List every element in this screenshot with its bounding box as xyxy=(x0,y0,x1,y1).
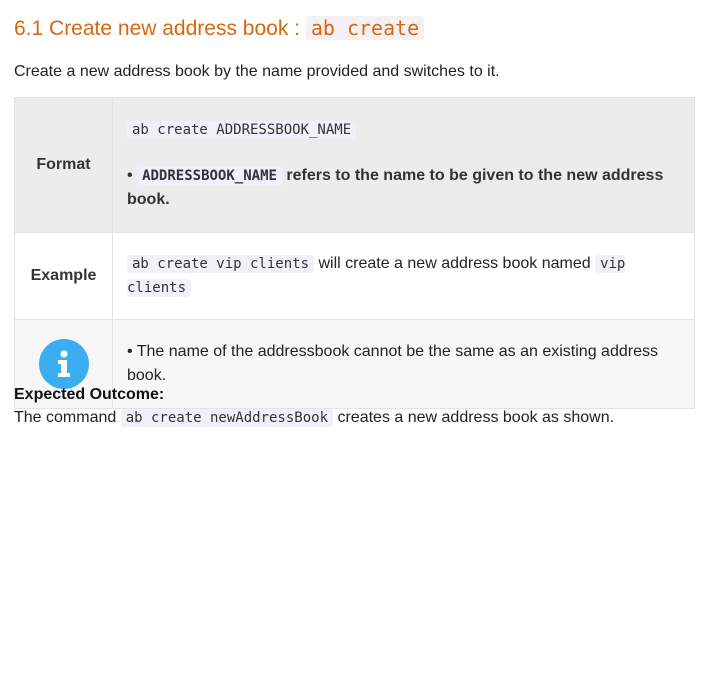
page: 6.1 Create new address book : ab create … xyxy=(0,0,716,681)
info-glyph xyxy=(57,350,70,377)
outcome-text: The command ab create newAddressBook cre… xyxy=(14,406,614,430)
expected-outcome: Expected Outcome: The command ab create … xyxy=(14,383,614,430)
section-title: 6.1 Create new address book : ab create xyxy=(14,0,702,43)
info-icon xyxy=(38,339,89,389)
outcome-code: ab create newAddressBook xyxy=(120,409,334,427)
example-code: ab create vip clients xyxy=(127,255,315,273)
intro-text: Create a new address book by the name pr… xyxy=(14,63,500,80)
section-title-code: ab create xyxy=(305,16,425,40)
example-header: Example xyxy=(14,232,113,320)
command-info-table: Format ab create ADDRESSBOOK_NAME • ADDR… xyxy=(14,97,695,409)
outcome-label: Expected Outcome: xyxy=(14,386,165,403)
format-code-line: ab create ADDRESSBOOK_NAME xyxy=(127,118,680,142)
example-cell: ab create vip clients will create a new … xyxy=(112,232,695,320)
format-code: ab create ADDRESSBOOK_NAME xyxy=(127,121,357,139)
format-row: Format ab create ADDRESSBOOK_NAME • ADDR… xyxy=(14,97,695,233)
outcome-text-before: The command xyxy=(14,409,117,426)
param-code: ADDRESSBOOK_NAME xyxy=(137,167,282,185)
outcome-text-after: creates a new address book as shown. xyxy=(337,409,615,426)
section-title-text: 6.1 Create new address book : xyxy=(14,17,306,40)
format-cell: ab create ADDRESSBOOK_NAME • ADDRESSBOOK… xyxy=(112,97,695,233)
bullet: • xyxy=(127,167,133,184)
example-row: Example ab create vip clients will creat… xyxy=(14,232,695,320)
format-param-desc: • ADDRESSBOOK_NAME refers to the name to… xyxy=(127,164,680,212)
example-text: will create a new address book named xyxy=(318,255,591,272)
format-header: Format xyxy=(14,97,113,233)
